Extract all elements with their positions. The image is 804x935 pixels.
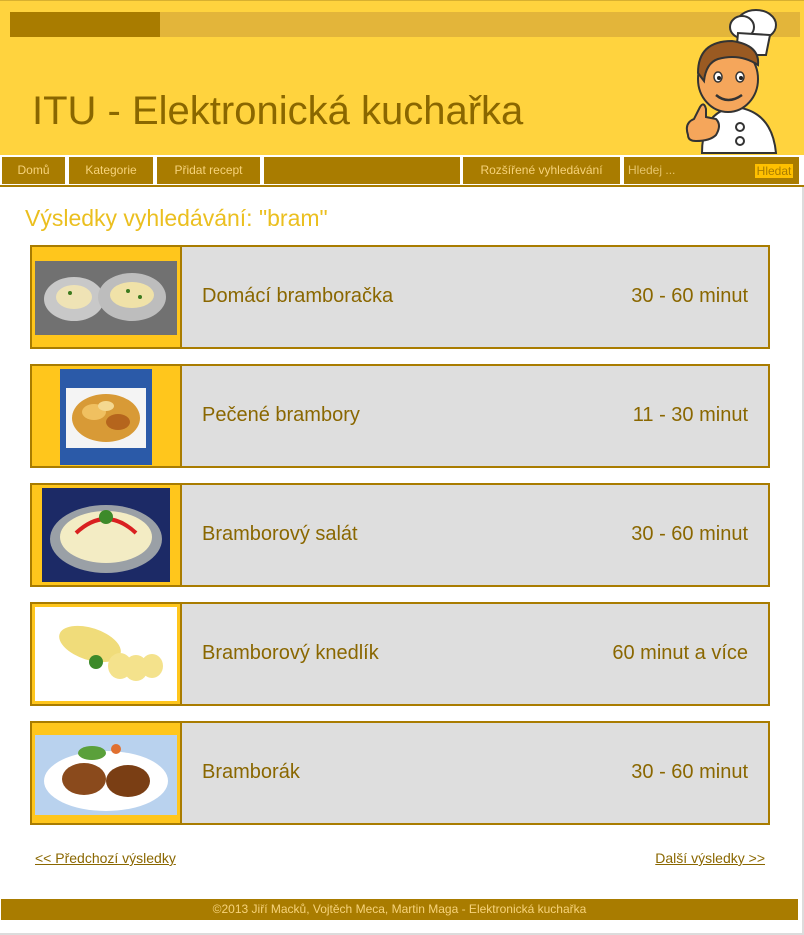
recipe-thumbnail <box>32 247 182 347</box>
recipe-title: Bramborový knedlík <box>202 642 379 664</box>
recipe-thumbnail <box>32 604 182 704</box>
recipe-time: 30 - 60 minut <box>631 285 748 307</box>
site-header: ITU - Elektronická kuchařka <box>0 0 804 156</box>
recipe-thumbnail <box>32 723 182 823</box>
search-input[interactable] <box>628 162 748 178</box>
recipe-thumbnail <box>32 485 182 585</box>
recipe-time: 60 minut a více <box>612 642 748 664</box>
header-stripe-accent <box>10 12 160 37</box>
chef-mascot-logo <box>685 9 778 154</box>
baked-potato-image <box>35 261 177 335</box>
result-card[interactable]: Bramborový salát 30 - 60 minut <box>30 483 770 587</box>
recipe-title: Bramborák <box>202 761 300 783</box>
potato-pancake-image <box>35 735 177 815</box>
recipe-title: Pečené brambory <box>202 404 360 426</box>
site-title: ITU - Elektronická kuchařka <box>32 89 524 133</box>
result-card[interactable]: Domácí bramboračka 30 - 60 minut <box>30 245 770 349</box>
result-card[interactable]: Pečené brambory 11 - 30 minut <box>30 364 770 468</box>
nav-add-recipe-link[interactable]: Přidat recept <box>157 157 260 184</box>
nav-advanced-search-link[interactable]: Rozšířené vyhledávání <box>463 157 620 184</box>
search-button[interactable]: Hledat <box>755 164 793 178</box>
previous-results-link[interactable]: << Předchozí výsledky <box>35 850 176 866</box>
search-box: Hledat <box>624 157 799 184</box>
result-card[interactable]: Bramborák 30 - 60 minut <box>30 721 770 825</box>
results-heading: Výsledky vyhledávání: "bram" <box>25 205 328 231</box>
potato-salad-image <box>42 488 170 582</box>
recipe-time: 30 - 60 minut <box>631 761 748 783</box>
recipe-title: Domácí bramboračka <box>202 285 394 307</box>
nav-empty-slot <box>264 157 460 184</box>
roasted-potatoes-image <box>60 369 152 465</box>
recipe-time: 30 - 60 minut <box>631 523 748 545</box>
result-card[interactable]: Bramborový knedlík 60 minut a více <box>30 602 770 706</box>
recipe-time: 11 - 30 minut <box>632 404 748 426</box>
next-results-link[interactable]: Další výsledky >> <box>655 850 765 866</box>
potato-dumpling-image <box>35 607 177 701</box>
recipe-title: Bramborový salát <box>202 523 358 545</box>
recipe-thumbnail <box>32 366 182 466</box>
site-footer: ©2013 Jiří Macků, Vojtěch Meca, Martin M… <box>1 899 798 920</box>
nav-categories-link[interactable]: Kategorie <box>69 157 153 184</box>
nav-divider <box>0 185 804 187</box>
nav-home-link[interactable]: Domů <box>2 157 65 184</box>
main-navigation: Domů Kategorie Přidat recept Rozšířené v… <box>0 155 804 185</box>
